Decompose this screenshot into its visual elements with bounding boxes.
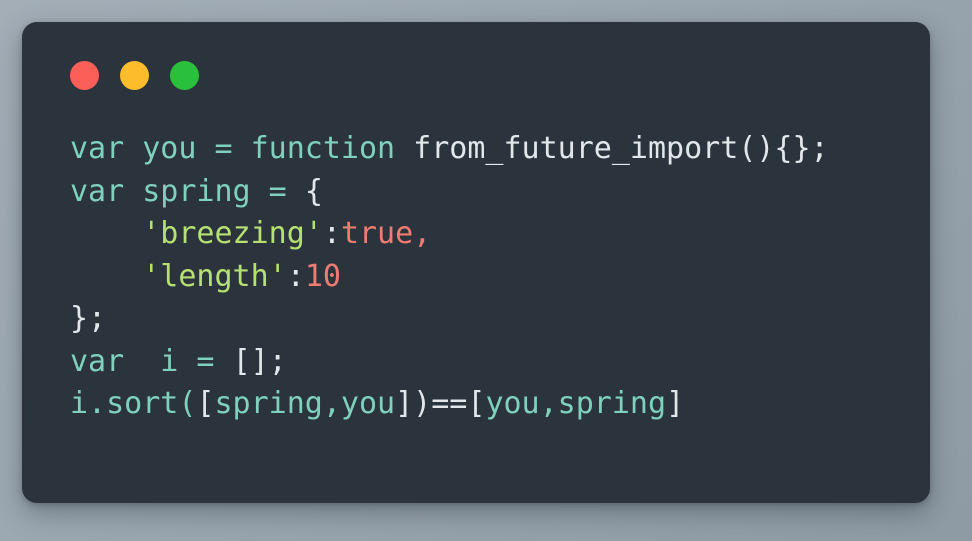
code-token-plain: ] bbox=[666, 386, 685, 421]
code-token-plain: [ bbox=[196, 386, 215, 421]
code-token-str: 'length' bbox=[142, 258, 287, 294]
screenshot-stage: var you = function from_future_import(){… bbox=[0, 0, 972, 541]
code-line: var you = function from_future_import(){… bbox=[70, 128, 930, 171]
code-line: var i = []; bbox=[70, 341, 930, 384]
code-token-kw: var spring = bbox=[70, 173, 305, 209]
code-token-ident: i.sort( bbox=[70, 386, 197, 421]
maximize-button-icon[interactable] bbox=[170, 60, 199, 90]
code-token-plain: : bbox=[286, 258, 305, 294]
code-window-card: var you = function from_future_import(){… bbox=[22, 22, 930, 503]
code-block[interactable]: var you = function from_future_import(){… bbox=[22, 128, 930, 426]
code-token-plain: : bbox=[322, 216, 341, 251]
code-line: 'breezing':true, bbox=[70, 213, 930, 256]
window-titlebar[interactable] bbox=[22, 22, 930, 128]
code-token-num: 10 bbox=[304, 258, 341, 294]
code-token-plain: from_future_import(){}; bbox=[413, 131, 829, 166]
code-line: }; bbox=[70, 298, 930, 341]
code-line: 'length':10 bbox=[70, 256, 930, 299]
code-token-kw: var i = bbox=[70, 343, 233, 379]
code-token-ident: spring,you bbox=[214, 386, 396, 421]
code-line: var spring = { bbox=[70, 171, 930, 214]
code-token-plain: }; bbox=[70, 301, 107, 336]
code-token-plain: { bbox=[304, 173, 323, 209]
code-token-str: 'breezing' bbox=[142, 216, 323, 251]
code-token-plain: ])==[ bbox=[395, 386, 486, 421]
code-token-kw: var you = function bbox=[70, 131, 414, 166]
close-button-icon[interactable] bbox=[70, 60, 99, 90]
code-token-plain: []; bbox=[232, 343, 287, 379]
code-line: i.sort([spring,you])==[you,spring] bbox=[70, 383, 930, 426]
minimize-button-icon[interactable] bbox=[120, 60, 149, 90]
code-token-ident: you,spring bbox=[485, 386, 667, 421]
code-token-bool: true, bbox=[340, 216, 432, 251]
